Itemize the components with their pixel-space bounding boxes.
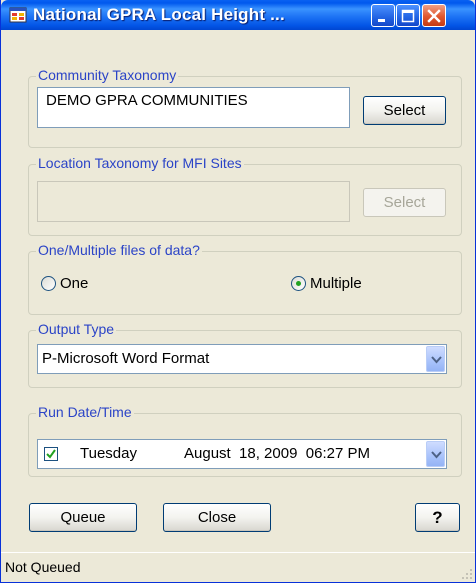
- location-select-button[interactable]: Select: [363, 188, 446, 217]
- minimize-button[interactable]: [371, 4, 395, 27]
- community-taxonomy-field[interactable]: DEMO GPRA COMMUNITIES: [37, 87, 350, 128]
- close-icon: [427, 9, 441, 23]
- output-type-dropdown[interactable]: P-Microsoft Word Format: [37, 344, 447, 374]
- resize-grip-icon[interactable]: [461, 568, 473, 580]
- chevron-down-icon: [431, 356, 442, 364]
- checkmark-icon: [46, 449, 56, 459]
- run-date-legend: Run Date/Time: [36, 404, 134, 420]
- calendar-dropdown-button[interactable]: [426, 441, 445, 467]
- output-type-legend: Output Type: [36, 321, 117, 337]
- community-select-button[interactable]: Select: [363, 96, 446, 125]
- run-date-weekday[interactable]: Tuesday: [80, 445, 137, 462]
- radio-one-label[interactable]: One: [60, 275, 88, 292]
- output-type-value: P-Microsoft Word Format: [42, 350, 210, 367]
- radio-multiple[interactable]: [291, 276, 306, 291]
- radio-one[interactable]: [41, 276, 56, 291]
- run-date-checkbox[interactable]: [44, 447, 58, 461]
- location-taxonomy-legend: Location Taxonomy for MFI Sites: [36, 155, 244, 171]
- radio-multiple-label[interactable]: Multiple: [310, 275, 362, 292]
- app-icon: [9, 6, 27, 24]
- run-date-value[interactable]: August 18, 2009 06:27 PM: [184, 445, 370, 462]
- status-bar: Not Queued: [1, 552, 475, 582]
- status-text: Not Queued: [5, 559, 81, 575]
- files-legend: One/Multiple files of data?: [36, 242, 202, 258]
- help-button[interactable]: ?: [415, 503, 460, 532]
- community-taxonomy-legend: Community Taxonomy: [36, 67, 179, 83]
- maximize-icon: [401, 9, 415, 23]
- location-taxonomy-field[interactable]: [37, 181, 350, 222]
- close-button[interactable]: Close: [163, 503, 271, 532]
- run-date-picker[interactable]: Tuesday August 18, 2009 06:27 PM: [37, 439, 447, 469]
- close-window-button[interactable]: [422, 4, 446, 27]
- minimize-icon: [378, 19, 385, 22]
- title-bar[interactable]: National GPRA Local Height ...: [1, 0, 475, 30]
- app-window: National GPRA Local Height ... Community…: [0, 0, 476, 583]
- chevron-down-icon: [431, 451, 442, 459]
- queue-button[interactable]: Queue: [29, 503, 137, 532]
- window-title: National GPRA Local Height ...: [33, 5, 285, 24]
- dropdown-button[interactable]: [426, 346, 445, 372]
- files-group: One/Multiple files of data?: [28, 242, 462, 315]
- maximize-button[interactable]: [396, 4, 420, 27]
